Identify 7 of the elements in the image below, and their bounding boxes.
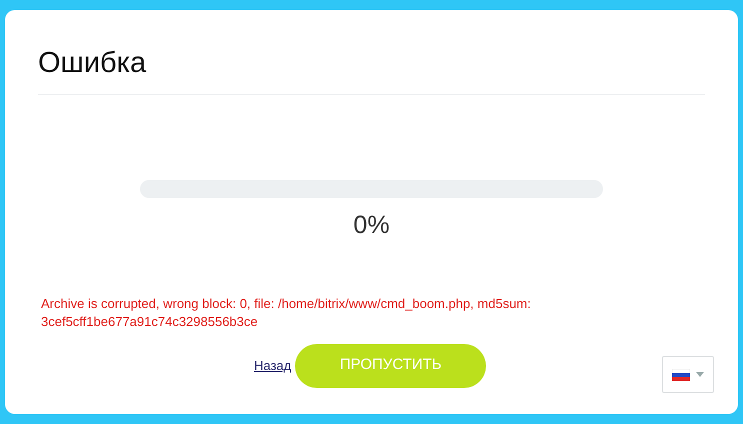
progress-percent: 0%	[353, 210, 390, 240]
language-select[interactable]	[662, 356, 714, 393]
dialog-title: Ошибка	[38, 46, 148, 80]
back-link[interactable]: Назад	[254, 356, 292, 376]
error-message: Archive is corrupted, wrong block: 0, file: /home/bitrix/www/cmd_boom.php, md5sum: 3cef5cff1be677a91c74c3298556b3ce	[41, 295, 532, 331]
caret-icon	[696, 372, 704, 377]
flag-icon	[672, 368, 690, 380]
